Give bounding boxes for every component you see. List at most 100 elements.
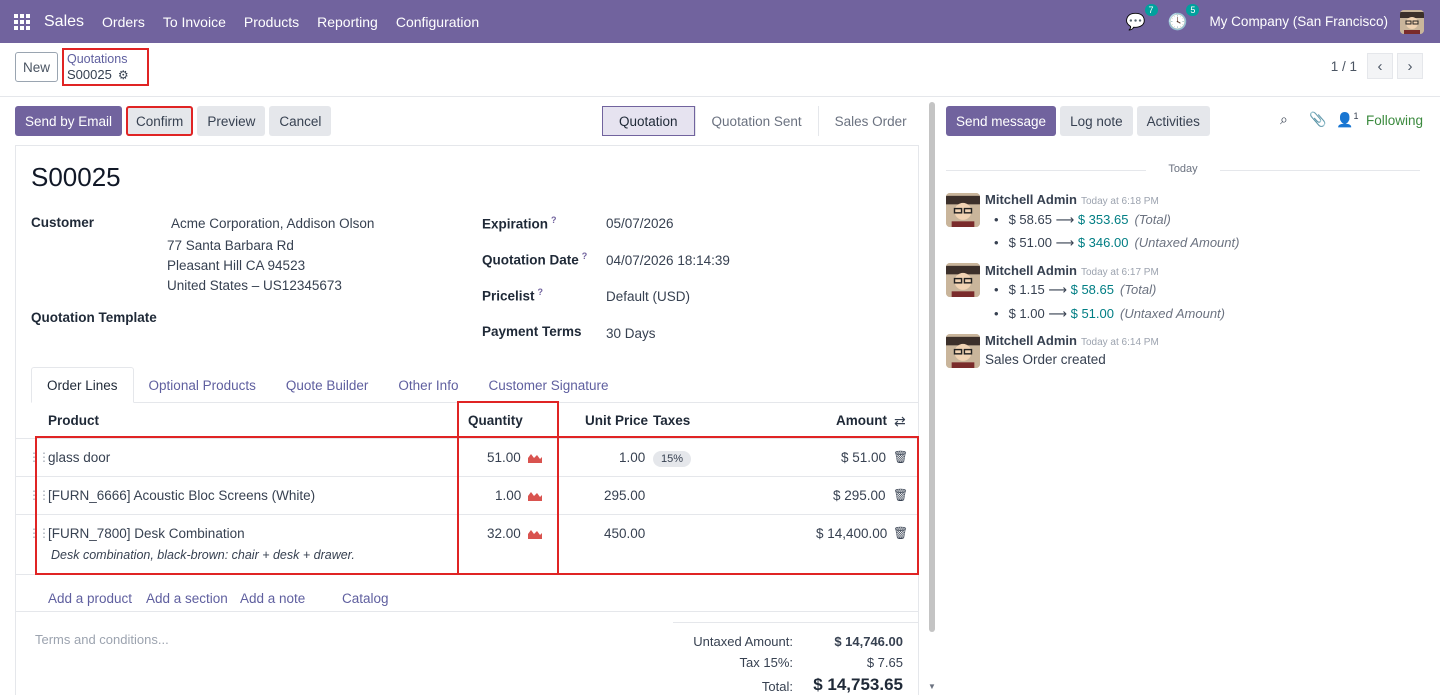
app-name[interactable]: Sales [44, 13, 84, 31]
payment-terms-field[interactable]: 30 Days [606, 326, 656, 341]
forecast-chart-icon[interactable] [527, 528, 542, 539]
send-by-email-button[interactable]: Send by Email [15, 106, 123, 136]
search-messages-button[interactable]: ⌕ [1280, 111, 1288, 128]
product-cell[interactable]: glass door [48, 450, 110, 465]
product-cell[interactable]: [FURN_6666] Acoustic Bloc Screens (White… [48, 488, 315, 503]
drag-handle-icon[interactable]: ⋮⋮ [28, 526, 50, 540]
table-row[interactable]: ⋮⋮ [FURN_6666] Acoustic Bloc Screens (Wh… [16, 477, 918, 515]
help-icon[interactable]: ? [582, 251, 588, 261]
form-action-buttons: Send by Email Confirm Preview Cancel [15, 106, 332, 136]
terms-and-conditions-input[interactable]: Terms and conditions... [35, 632, 169, 647]
help-icon[interactable]: ? [538, 287, 544, 297]
form-scrollbar[interactable]: ▼ [928, 102, 936, 695]
unit-price-cell[interactable]: 295.00 [604, 488, 645, 503]
forecast-chart-icon[interactable] [527, 452, 542, 463]
tab-optional-products[interactable]: Optional Products [134, 367, 271, 403]
message-body: Sales Order created [985, 352, 1106, 367]
following-button[interactable]: Following [1366, 113, 1423, 128]
message-author-name: Mitchell Admin [985, 263, 1077, 278]
help-icon[interactable]: ? [551, 215, 557, 225]
drag-handle-icon[interactable]: ⋮⋮ [28, 488, 50, 502]
user-avatar[interactable] [1400, 9, 1424, 34]
column-unit-price[interactable]: Unit Price [585, 413, 648, 428]
app-menu-button[interactable] [0, 0, 44, 43]
totals-summary: Untaxed Amount: $ 14,746.00 Tax 15%: $ 7… [673, 622, 918, 694]
breadcrumb: Quotations S00025 ⚙ [62, 48, 149, 86]
grid-icon [14, 13, 30, 30]
add-section-link[interactable]: Add a section [146, 591, 228, 606]
order-lines-header: Product Quantity Unit Price Taxes Amount… [16, 403, 918, 439]
product-cell[interactable]: [FURN_7800] Desk Combination [48, 526, 245, 541]
scroll-down-arrow-icon[interactable]: ▼ [928, 682, 936, 691]
log-note-button[interactable]: Log note [1060, 106, 1133, 136]
tab-other-info[interactable]: Other Info [383, 367, 473, 403]
customer-field[interactable]: Acme Corporation, Addison Olson [171, 216, 374, 231]
sliders-icon: ⇄ [894, 413, 906, 429]
gear-icon[interactable]: ⚙ [118, 67, 129, 83]
quantity-cell[interactable]: 32.00 [487, 526, 542, 541]
preview-button[interactable]: Preview [197, 106, 266, 136]
field-name: (Untaxed Amount) [1134, 235, 1240, 250]
delete-line-button[interactable]: 🗑 [893, 526, 908, 540]
chevron-right-icon: › [1407, 57, 1413, 75]
send-message-button[interactable]: Send message [946, 106, 1057, 136]
add-note-link[interactable]: Add a note [240, 591, 305, 606]
column-taxes[interactable]: Taxes [653, 413, 690, 428]
unit-price-cell[interactable]: 1.00 [619, 450, 645, 465]
activities-button[interactable]: Activities [1136, 106, 1210, 136]
followers-button[interactable]: 👤1 [1336, 111, 1358, 129]
cancel-button[interactable]: Cancel [269, 106, 332, 136]
message-avatar[interactable] [946, 334, 980, 368]
unit-price-cell[interactable]: 450.00 [604, 526, 645, 541]
messaging-menu[interactable]: 💬 7 [1126, 3, 1158, 32]
new-value: $ 51.00 [1070, 306, 1114, 321]
tab-order-lines[interactable]: Order Lines [31, 367, 134, 403]
table-row[interactable]: ⋮⋮ [FURN_7800] Desk Combination Desk com… [16, 515, 918, 575]
column-product[interactable]: Product [48, 413, 99, 428]
message-avatar[interactable] [946, 193, 980, 227]
delete-line-button[interactable]: 🗑 [893, 450, 908, 464]
column-amount[interactable]: Amount [836, 413, 887, 428]
message-avatar[interactable] [946, 263, 980, 297]
table-row[interactable]: ⋮⋮ glass door 51.00 1.00 15% $ 51.00 🗑 [16, 439, 918, 477]
quotation-date-field[interactable]: 04/07/2026 18:14:39 [606, 253, 730, 268]
pager-value[interactable]: 1 / 1 [1331, 59, 1357, 74]
tab-quote-builder[interactable]: Quote Builder [271, 367, 384, 403]
pager-next-button[interactable]: › [1397, 53, 1423, 79]
taxes-cell[interactable]: 15% [653, 450, 692, 467]
menu-products[interactable]: Products [244, 14, 299, 30]
drag-handle-icon[interactable]: ⋮⋮ [28, 450, 50, 464]
message-author[interactable]: Mitchell Admin Today at 6:17 PM [985, 263, 1159, 278]
message-author[interactable]: Mitchell Admin Today at 6:14 PM [985, 333, 1159, 348]
stage-sales-order[interactable]: Sales Order [817, 106, 923, 136]
company-switcher[interactable]: My Company (San Francisco) [1209, 14, 1388, 29]
activity-menu[interactable]: 🕓 5 [1168, 3, 1200, 32]
arrow-right-icon: ⟶ [1055, 235, 1075, 250]
add-product-link[interactable]: Add a product [48, 591, 132, 606]
breadcrumb-quotations-link[interactable]: Quotations [67, 52, 147, 67]
tracking-change: • $ 51.00 ⟶ $ 346.00 (Untaxed Amount) [994, 235, 1240, 250]
tab-customer-signature[interactable]: Customer Signature [473, 367, 623, 403]
scrollbar-thumb[interactable] [929, 102, 935, 632]
column-quantity[interactable]: Quantity [468, 413, 523, 428]
catalog-link[interactable]: Catalog [342, 591, 389, 606]
pager-previous-button[interactable]: ‹ [1367, 53, 1393, 79]
quantity-cell[interactable]: 51.00 [487, 450, 542, 465]
delete-line-button[interactable]: 🗑 [893, 488, 908, 502]
optional-columns-toggle[interactable]: ⇄ [894, 413, 906, 430]
stage-quotation[interactable]: Quotation [602, 106, 695, 136]
stage-quotation-sent[interactable]: Quotation Sent [694, 106, 818, 136]
followers-count: 1 [1353, 111, 1359, 121]
new-button[interactable]: New [15, 52, 58, 82]
pricelist-field[interactable]: Default (USD) [606, 289, 690, 304]
menu-to-invoice[interactable]: To Invoice [163, 14, 226, 30]
menu-orders[interactable]: Orders [102, 14, 145, 30]
message-author[interactable]: Mitchell Admin Today at 6:18 PM [985, 192, 1159, 207]
attachments-button[interactable]: 📎 [1309, 111, 1326, 128]
confirm-button[interactable]: Confirm [126, 106, 194, 136]
quantity-cell[interactable]: 1.00 [495, 488, 543, 503]
menu-configuration[interactable]: Configuration [396, 14, 479, 30]
menu-reporting[interactable]: Reporting [317, 14, 378, 30]
forecast-chart-icon[interactable] [528, 490, 543, 501]
expiration-field[interactable]: 05/07/2026 [606, 216, 674, 231]
